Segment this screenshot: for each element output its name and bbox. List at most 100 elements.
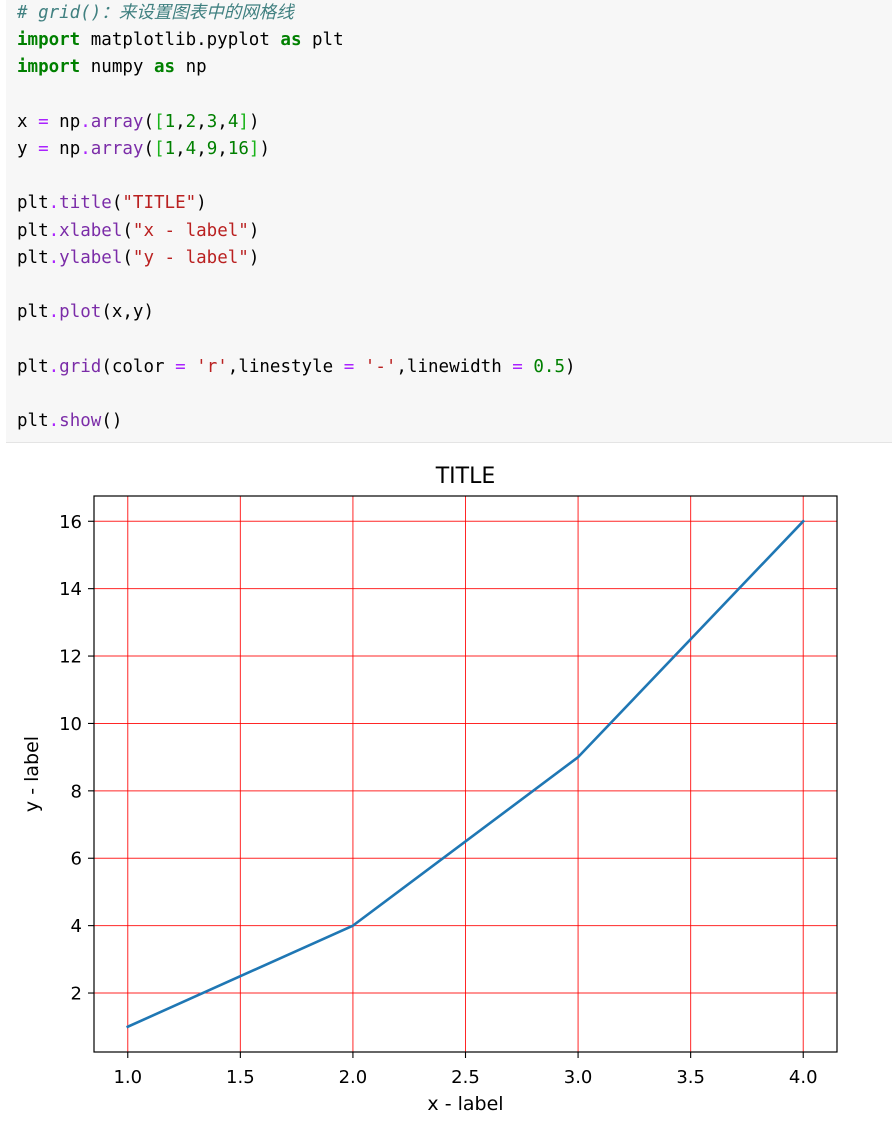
code-token-func: ylabel	[59, 247, 123, 268]
code-token-plain: plt	[17, 302, 49, 323]
code-line: y = np.array([1,4,9,16])	[17, 136, 270, 163]
code-token-number: 9	[206, 139, 218, 159]
code-token-plain: y	[17, 139, 39, 159]
y-tick-label: 4	[71, 916, 82, 937]
code-token-plain: plt	[17, 356, 49, 377]
code-line: plt.grid(color = 'r',linestyle = '-',lin…	[17, 354, 576, 381]
y-tick-label: 10	[59, 714, 82, 735]
code-token-operator: .	[48, 220, 60, 241]
code-token-plain: plt	[17, 247, 49, 268]
code-token-plain: plt	[17, 411, 49, 431]
code-line: plt.ylabel("y - label")	[17, 245, 259, 272]
code-line: x = np.array([1,2,3,4])	[17, 109, 259, 136]
code-token-operator: .	[80, 139, 91, 159]
code-token-plain: plt	[17, 193, 49, 214]
code-token-number: 0.5	[533, 356, 565, 377]
code-token-plain: ,	[217, 139, 228, 159]
code-token-plain: np	[48, 139, 81, 159]
code-token-plain: x	[17, 111, 39, 132]
code-token-plain: )	[248, 247, 260, 268]
code-token-plain: ,	[196, 111, 207, 132]
code-token-plain: (	[122, 220, 133, 241]
y-tick-label: 16	[59, 512, 82, 533]
code-token-plain: (	[111, 193, 123, 214]
code-token-operator: =	[512, 356, 523, 377]
x-tick-label: 2.5	[451, 1067, 480, 1088]
code-token-plain: ,linestyle	[227, 356, 344, 377]
code-token-plain: (	[143, 139, 155, 159]
code-token-operator: =	[38, 139, 49, 159]
code-token-plain: ,	[175, 139, 186, 159]
y-tick-label: 12	[59, 647, 82, 668]
code-token-plain: )	[259, 139, 271, 159]
tick-marks	[88, 520, 804, 1058]
code-token-plain: numpy	[80, 57, 154, 78]
code-token-bracket: [	[154, 111, 165, 132]
line-chart: 1.0 1.5 2.0 2.5 3.0 3.5 4.0 2 4 6 8 10 12 14 16 TITLE…	[21, 464, 838, 1115]
code-token-string: '-'	[364, 356, 397, 377]
code-token-operator: .	[48, 193, 60, 214]
code-token-operator: =	[343, 356, 355, 377]
code-token-plain: ()	[101, 411, 123, 431]
code-token-string: "TITLE"	[122, 193, 197, 214]
code-token-keyword: import	[17, 30, 81, 51]
chart-title: TITLE	[435, 464, 496, 489]
x-tick-labels: 1.0 1.5 2.0 2.5 3.0 3.5 4.0	[113, 1067, 817, 1088]
code-token-plain: plt	[17, 220, 49, 241]
code-token-operator: .	[48, 356, 60, 377]
y-tick-label: 2	[71, 984, 82, 1005]
code-line: plt.xlabel("x - label")	[17, 218, 259, 245]
y-axis-label: y - label	[21, 736, 43, 812]
code-token-operator: .	[48, 247, 60, 268]
code-token-number: 2	[185, 111, 197, 132]
code-token-operator: .	[80, 111, 91, 132]
code-token-operator: .	[48, 302, 60, 323]
code-token-number: 4	[185, 139, 197, 159]
code-token-bracket: ]	[238, 111, 249, 132]
code-token-string: 'r'	[196, 356, 228, 377]
code-token-plain: )	[565, 356, 576, 377]
code-token-keyword: as	[153, 57, 176, 78]
code-token-bracket: ]	[248, 139, 260, 159]
code-token-plain: ,	[217, 111, 228, 132]
x-axis-label: x - label	[427, 1093, 503, 1115]
code-line: import matplotlib.pyplot as plt	[17, 27, 344, 54]
code-token-number: 1	[164, 111, 176, 132]
code-token-comment: # grid()：来设置图表中的网格线	[17, 3, 294, 23]
code-token-func: grid	[59, 356, 102, 377]
code-token-operator: .	[48, 411, 60, 431]
x-tick-label: 1.0	[113, 1067, 142, 1088]
code-token-plain: matplotlib.pyplot	[80, 30, 281, 51]
code-token-plain: )	[248, 220, 260, 241]
y-tick-label: 14	[59, 579, 82, 600]
code-token-keyword: import	[17, 57, 81, 78]
code-token-keyword: as	[280, 30, 302, 51]
y-tick-label: 8	[71, 781, 82, 802]
code-token-func: title	[59, 193, 112, 214]
grid-lines	[94, 496, 837, 1052]
code-token-plain: (	[143, 111, 155, 132]
code-token-bracket: [	[154, 139, 165, 159]
code-token-func: show	[59, 411, 102, 431]
code-token-plain: (color	[101, 356, 176, 377]
code-token-func: array	[90, 139, 144, 159]
output-area: 1.0 1.5 2.0 2.5 3.0 3.5 4.0 2 4 6 8 10 12 14 16 TITLE…	[0, 443, 892, 1129]
y-tick-labels: 2 4 6 8 10 12 14 16	[59, 512, 82, 1005]
x-tick-label: 3.5	[676, 1067, 705, 1088]
x-tick-label: 3.0	[564, 1067, 593, 1088]
code-cell[interactable]: # grid()：来设置图表中的网格线 import matplotlib.pyp…	[6, 0, 892, 443]
code-token-operator: =	[175, 356, 186, 377]
code-token-string: "y - label"	[132, 247, 249, 268]
y-tick-label: 6	[71, 849, 82, 870]
code-token-plain: ,linewidth	[396, 356, 513, 377]
code-token-plain: )	[196, 193, 207, 214]
code-line: plt.title("TITLE")	[17, 190, 207, 217]
code-token-plain: ,	[175, 111, 186, 132]
code-token-operator: =	[38, 111, 49, 132]
code-line: plt.plot(x,y)	[17, 299, 154, 326]
x-tick-label: 4.0	[789, 1067, 818, 1088]
code-token-number: 3	[206, 111, 218, 132]
